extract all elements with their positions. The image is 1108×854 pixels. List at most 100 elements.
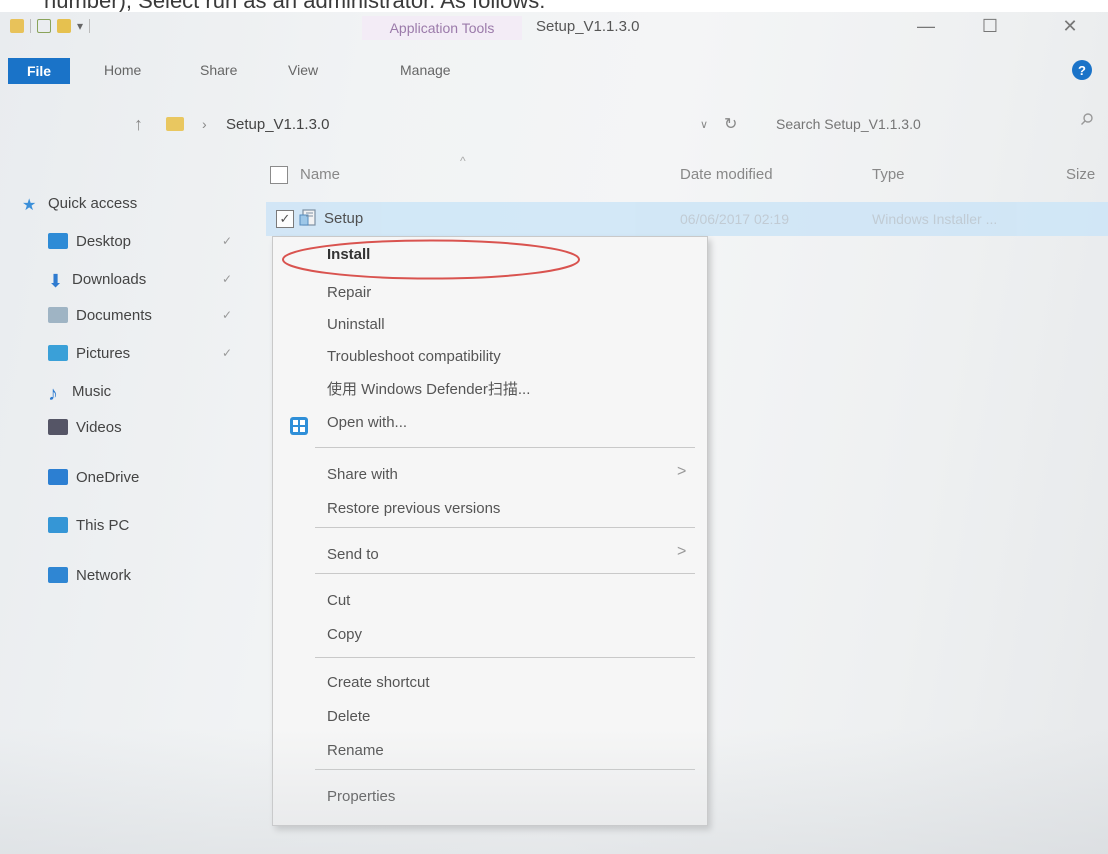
address-bar: ↑ › Setup_V1.1.3.0 ∨ ↻ [0,108,1108,142]
search-input[interactable] [770,110,1086,138]
menu-item-create-shortcut[interactable]: Create shortcut [327,669,430,695]
pin-icon[interactable]: ✓ [222,308,232,322]
star-icon: ★ [22,197,37,214]
sidebar-item-label: Videos [76,418,122,436]
pin-icon[interactable]: ✓ [222,234,232,248]
menu-item-troubleshoot-compatibility[interactable]: Troubleshoot compatibility [327,343,501,369]
menu-item-delete[interactable]: Delete [327,703,370,729]
chevron-right-icon: > [677,543,687,560]
sidebar-item-label: Music [72,382,112,400]
pin-icon[interactable]: ✓ [222,346,232,360]
sidebar-item-label: OneDrive [76,468,140,486]
file-date-modified: 06/06/2017 02:19 [680,211,789,227]
navigation-pane: ★ Quick access Desktop ✓ ⬇ Downloads ✓ Document… [0,184,260,604]
ribbon-tabs: File Home Share View Manage ? [0,58,1108,86]
help-button[interactable]: ? [1072,60,1092,80]
search-icon[interactable] [1080,112,1094,126]
sort-caret-icon: ^ [460,154,466,168]
table-row[interactable]: ✓ Setup 06/06/2017 02:19 Windows Install… [266,202,1108,236]
sidebar-item-label: Quick access [48,194,138,212]
this-pc-icon [48,517,68,533]
column-header-name[interactable]: Name [300,166,340,183]
sidebar-item-desktop[interactable]: Desktop [48,228,131,254]
sidebar-item-label: Pictures [76,344,131,362]
pictures-icon [48,345,68,361]
file-type: Windows Installer ... [872,211,998,227]
sidebar-item-videos[interactable]: Videos [48,414,122,440]
sidebar-item-quick-access[interactable]: ★ Quick access [22,190,137,216]
sidebar-item-this-pc[interactable]: This PC [48,512,129,538]
menu-item-uninstall[interactable]: Uninstall [327,311,385,337]
contextual-tab-label: Application Tools [362,16,522,40]
folder-icon [166,117,184,131]
menu-item-properties[interactable]: Properties [327,783,395,809]
chevron-down-icon[interactable]: ∨ [700,118,708,131]
sidebar-item-label: This PC [76,516,130,534]
column-header-type[interactable]: Type [872,166,905,183]
new-folder-icon[interactable] [57,19,71,33]
menu-item-install[interactable]: Install [327,241,370,267]
context-menu: Install Repair Uninstall Troubleshoot compa… [272,236,708,826]
tab-share[interactable]: Share [200,62,237,78]
close-button[interactable]: ✕ [1050,12,1090,40]
onedrive-icon [48,469,68,485]
videos-icon [48,419,68,435]
quick-access-toolbar: ▾ [10,14,91,38]
menu-divider [315,657,695,658]
column-header-date[interactable]: Date modified [680,166,773,183]
download-icon: ⬇ [48,271,64,291]
tab-view[interactable]: View [288,62,318,78]
menu-divider [315,447,695,448]
menu-divider [315,573,695,574]
minimize-button[interactable]: — [906,12,946,40]
desktop-icon [48,233,68,249]
tab-home[interactable]: Home [104,62,141,78]
window-title: Setup_V1.1.3.0 [536,18,640,35]
music-icon: ♪ [48,383,58,405]
pin-icon[interactable]: ✓ [222,272,232,286]
sidebar-item-music[interactable]: ♪ Music [48,378,112,406]
tab-manage[interactable]: Manage [400,62,451,78]
windows-defender-icon [290,417,308,435]
breadcrumb[interactable]: Setup_V1.1.3.0 [226,116,329,133]
sidebar-item-label: Desktop [76,232,132,250]
up-arrow-icon[interactable]: ↑ [134,114,143,135]
sidebar-item-network[interactable]: Network [48,562,131,588]
menu-item-repair[interactable]: Repair [327,279,371,305]
menu-item-cut[interactable]: Cut [327,587,350,613]
file-name: Setup [324,210,364,227]
menu-item-open-with[interactable]: Open with... [327,409,407,435]
sidebar-item-label: Downloads [72,270,147,288]
maximize-button[interactable]: ☐ [970,12,1010,40]
refresh-icon[interactable]: ↻ [724,114,737,134]
sidebar-item-label: Network [76,566,132,584]
properties-icon[interactable] [37,19,51,33]
select-all-checkbox[interactable] [270,166,288,184]
menu-item-windows-defender[interactable]: 使用 Windows Defender扫描... [327,375,530,401]
toolbar-divider [89,19,91,33]
menu-divider [315,769,695,770]
sidebar-item-pictures[interactable]: Pictures [48,340,130,366]
installer-icon [299,209,316,226]
folder-icon[interactable] [10,19,24,33]
sidebar-item-downloads[interactable]: ⬇ Downloads [48,266,146,292]
sidebar-item-onedrive[interactable]: OneDrive [48,464,139,490]
sidebar-item-label: Documents [76,306,152,324]
toolbar-divider [30,19,31,33]
network-icon [48,567,68,583]
chevron-right-icon: > [677,463,687,480]
row-checkbox[interactable]: ✓ [276,210,294,228]
menu-item-copy[interactable]: Copy [327,621,362,647]
breadcrumb-separator: › [202,116,207,132]
sidebar-item-documents[interactable]: Documents [48,302,152,328]
tab-file[interactable]: File [8,58,70,84]
customize-toolbar-chevron-icon[interactable]: ▾ [77,19,83,33]
column-header-size[interactable]: Size [1066,166,1095,183]
menu-item-rename[interactable]: Rename [327,737,384,763]
menu-divider [315,527,695,528]
menu-item-restore-previous-versions[interactable]: Restore previous versions [327,495,500,521]
explorer-window: ▾ Application Tools Setup_V1.1.3.0 — ☐ ✕… [0,12,1108,854]
menu-item-send-to[interactable]: Send to [327,541,379,567]
documents-icon [48,307,68,323]
menu-item-share-with[interactable]: Share with [327,461,398,487]
